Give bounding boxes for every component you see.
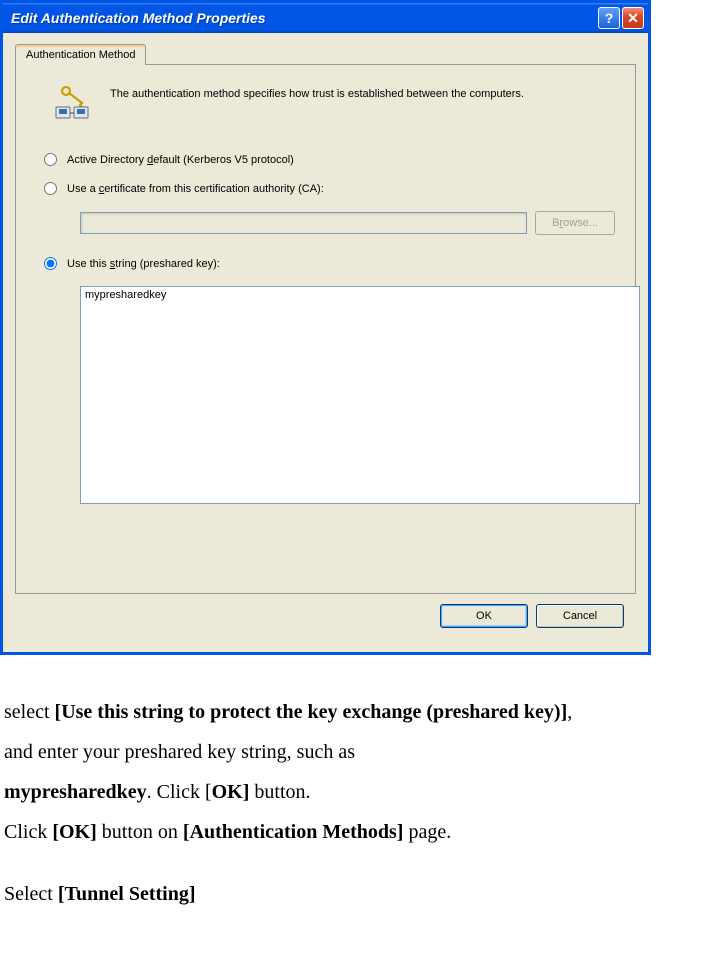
instruction-line-1: select [Use this string to protect the k… [4, 693, 707, 731]
psk-textarea[interactable]: mypresharedkey [80, 286, 640, 504]
instruction-line-2: and enter your preshared key string, suc… [4, 733, 707, 771]
radio-certificate-label[interactable]: Use a certificate from this certificatio… [67, 183, 324, 195]
instruction-line-3: mypresharedkey. Click [OK] button. [4, 773, 707, 811]
tab-header: Authentication Method [15, 43, 636, 64]
radio-preshared[interactable] [44, 257, 57, 270]
network-key-icon [52, 85, 92, 125]
instruction-line-5: Select [Tunnel Setting] [4, 875, 707, 913]
close-icon: ✕ [627, 10, 639, 27]
radio-row-ad-default: Active Directory default (Kerberos V5 pr… [44, 153, 615, 166]
dialog-window: Edit Authentication Method Properties ? … [0, 0, 651, 655]
browse-button: Browse... [535, 211, 615, 235]
dialog-footer: OK Cancel [15, 594, 636, 640]
ca-row: Browse... [80, 211, 615, 235]
info-text: The authentication method specifies how … [110, 85, 524, 102]
radio-ad-default-label[interactable]: Active Directory default (Kerberos V5 pr… [67, 154, 294, 166]
instruction-line-4: Click [OK] button on [Authentication Met… [4, 813, 707, 851]
ok-button[interactable]: OK [440, 604, 528, 628]
info-row: The authentication method specifies how … [52, 85, 615, 125]
help-icon: ? [605, 10, 614, 26]
spacer [4, 853, 707, 875]
window-title: Edit Authentication Method Properties [11, 10, 266, 26]
instruction-text: select [Use this string to protect the k… [0, 655, 711, 925]
radio-ad-default[interactable] [44, 153, 57, 166]
radio-row-certificate: Use a certificate from this certificatio… [44, 182, 615, 195]
titlebar: Edit Authentication Method Properties ? … [3, 3, 648, 33]
radio-group: Active Directory default (Kerberos V5 pr… [44, 153, 615, 507]
tab-panel: The authentication method specifies how … [15, 64, 636, 594]
psk-textarea-wrap: mypresharedkey [80, 286, 615, 507]
dialog-body: Authentication Method The authentication… [3, 33, 648, 652]
help-button[interactable]: ? [598, 7, 620, 29]
titlebar-buttons: ? ✕ [598, 7, 644, 29]
tab-authentication-method[interactable]: Authentication Method [15, 44, 146, 65]
radio-preshared-label[interactable]: Use this string (preshared key): [67, 258, 220, 270]
radio-certificate[interactable] [44, 182, 57, 195]
cancel-button[interactable]: Cancel [536, 604, 624, 628]
ca-input [80, 212, 527, 234]
close-button[interactable]: ✕ [622, 7, 644, 29]
radio-row-preshared: Use this string (preshared key): [44, 257, 615, 270]
